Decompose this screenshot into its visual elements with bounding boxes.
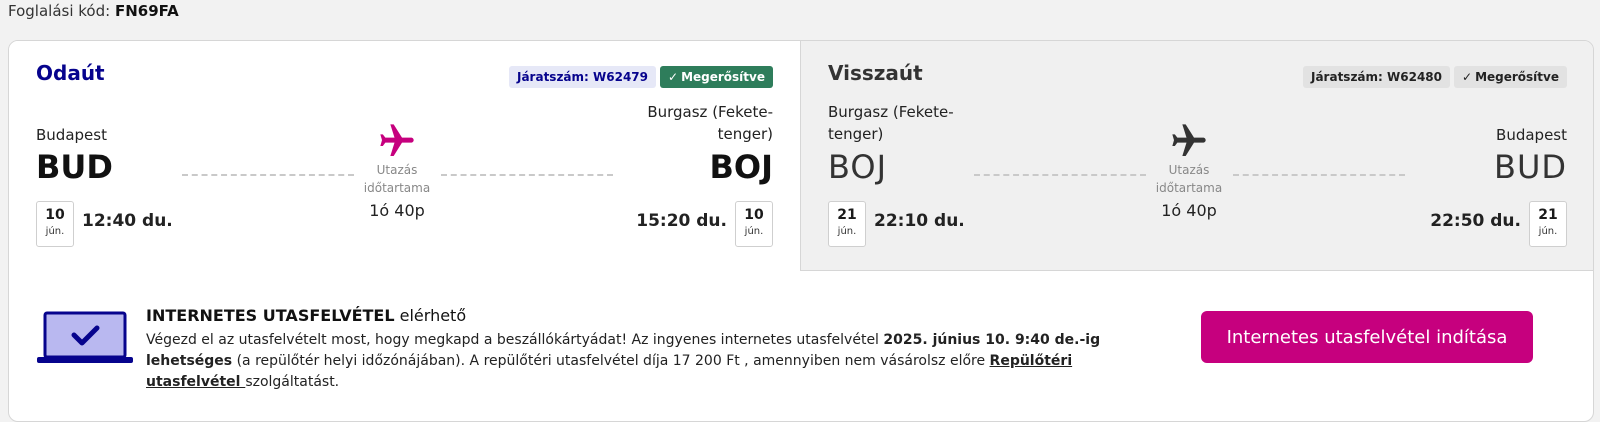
outbound-duration-label: Utazás időtartama: [347, 161, 447, 197]
return-departure-time: 22:10 du.: [874, 211, 965, 231]
booking-code-value: FN69FA: [114, 2, 179, 20]
booking-code-label: Foglalási kód:: [8, 2, 111, 20]
date-day: 10: [45, 207, 65, 223]
outbound-dest-code: BOJ: [709, 148, 774, 186]
outbound-origin-city: Budapest: [36, 126, 107, 144]
laptop-check-icon: [37, 311, 133, 363]
return-origin-city: Burgasz (Fekete- tenger): [828, 101, 954, 145]
flight-card: Odaút Járatszám: W62479 ✓ Megerősítve Bud…: [8, 40, 1594, 422]
checkin-title-main: INTERNETES UTASFELVÉTEL: [146, 306, 395, 325]
return-arrival-time: 22:50 du.: [1430, 211, 1521, 231]
duration-label-line2: időtartama: [363, 181, 431, 195]
return-badges: Járatszám: W62480 ✓ Megerősítve: [1302, 66, 1567, 88]
checkin-text-part3: szolgáltatást.: [245, 374, 340, 390]
outbound-departure-time: 12:40 du.: [82, 211, 173, 231]
date-day: 21: [1538, 207, 1558, 223]
route-line-right: [441, 174, 613, 176]
return-duration: 1ó 40p: [1161, 201, 1217, 220]
outbound-origin-code: BUD: [36, 148, 113, 186]
route-line-right: [1233, 174, 1405, 176]
date-day: 21: [837, 207, 857, 223]
outbound-flight-number: Járatszám: W62479: [508, 66, 656, 88]
outbound-arrival-time: 15:20 du.: [636, 211, 727, 231]
route-line-left: [182, 174, 354, 176]
date-month: jún.: [744, 226, 764, 237]
date-month: jún.: [45, 226, 65, 237]
return-flight-number: Járatszám: W62480: [1302, 66, 1450, 88]
checkin-title: INTERNETES UTASFELVÉTEL elérhető: [146, 306, 466, 325]
booking-code: Foglalási kód: FN69FA: [8, 2, 179, 20]
return-origin-city-line1: Burgasz (Fekete-: [828, 103, 954, 121]
outbound-badges: Járatszám: W62479 ✓ Megerősítve: [508, 66, 773, 88]
date-month: jún.: [837, 226, 857, 237]
start-online-checkin-button[interactable]: Internetes utasfelvétel indítása: [1201, 311, 1533, 363]
plane-icon: [1172, 124, 1206, 156]
outbound-duration: 1ó 40p: [369, 201, 425, 220]
route-line-left: [974, 174, 1146, 176]
return-leg: Visszaút Járatszám: W62480 ✓ Megerősítve …: [800, 41, 1593, 271]
outbound-status-badge: ✓ Megerősítve: [660, 66, 773, 88]
return-title: Visszaút: [828, 61, 923, 85]
return-arrival-date: 21 jún.: [1529, 201, 1567, 247]
check-icon: ✓: [1462, 70, 1473, 84]
check-icon: ✓: [668, 70, 679, 84]
outbound-dest-city-line1: Burgasz (Fekete-: [647, 103, 773, 121]
checkin-text-part2: (a repülőtér helyi időzónájában). A repü…: [232, 353, 990, 369]
outbound-dest-city-line2: tenger): [717, 125, 773, 143]
outbound-dest-city: Burgasz (Fekete- tenger): [647, 101, 773, 145]
date-day: 10: [744, 207, 764, 223]
duration-label-line1: Utazás: [376, 163, 418, 177]
return-origin-city-line2: tenger): [828, 125, 884, 143]
return-dest-code: BUD: [1493, 148, 1567, 186]
return-origin-code: BOJ: [828, 148, 888, 186]
return-departure-date: 21 jún.: [828, 201, 866, 247]
checkin-text-part1: Végezd el az utasfelvételt most, hogy me…: [146, 332, 884, 348]
return-dest-city: Budapest: [1496, 126, 1567, 144]
plane-icon: [380, 124, 414, 156]
outbound-status-text: Megerősítve: [681, 70, 765, 84]
checkin-title-rest: elérhető: [394, 306, 467, 325]
duration-label-line2: időtartama: [1155, 181, 1223, 195]
checkin-description: Végezd el az utasfelvételt most, hogy me…: [146, 330, 1156, 393]
duration-label-line1: Utazás: [1168, 163, 1210, 177]
return-duration-label: Utazás időtartama: [1139, 161, 1239, 197]
return-status-text: Megerősítve: [1475, 70, 1559, 84]
outbound-arrival-date: 10 jún.: [735, 201, 773, 247]
outbound-leg: Odaút Járatszám: W62479 ✓ Megerősítve Bud…: [9, 41, 800, 270]
outbound-departure-date: 10 jún.: [36, 201, 74, 247]
date-month: jún.: [1538, 226, 1558, 237]
outbound-title: Odaút: [36, 61, 105, 85]
return-status-badge: ✓ Megerősítve: [1454, 66, 1567, 88]
